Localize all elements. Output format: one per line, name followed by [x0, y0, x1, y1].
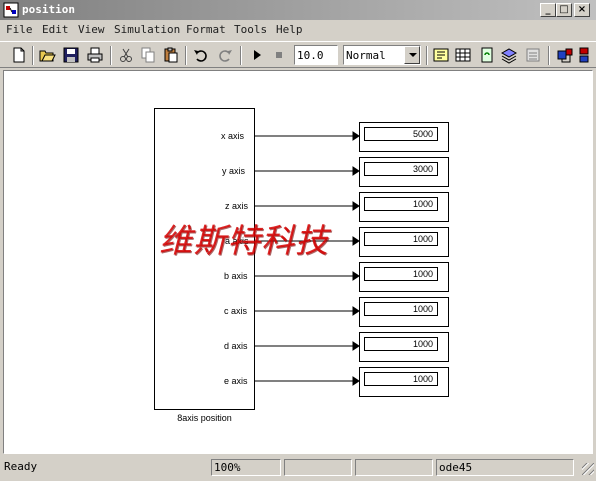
- simulink-app-icon: [3, 2, 19, 18]
- port-label-e-axis: e axis: [224, 376, 248, 386]
- simulation-mode-select[interactable]: Normal: [343, 45, 421, 65]
- status-text: Ready: [4, 460, 38, 473]
- stop-time-input[interactable]: 10.0: [294, 45, 338, 65]
- port-label-d-axis: d axis: [224, 341, 248, 351]
- copy-icon[interactable]: [139, 46, 157, 64]
- solver-name: ode45: [436, 459, 574, 476]
- display-block-x[interactable]: 5000: [359, 122, 449, 152]
- toolbar: 10.0 Normal: [0, 41, 596, 68]
- print-icon[interactable]: [86, 46, 104, 64]
- model-canvas[interactable]: x axis y axis z axis a axis b axis c axi…: [3, 70, 593, 454]
- stop-icon[interactable]: [270, 46, 288, 64]
- maximize-button[interactable]: □: [556, 3, 572, 17]
- undo-icon[interactable]: [192, 46, 210, 64]
- library-browser-icon[interactable]: [454, 46, 472, 64]
- chevron-down-icon[interactable]: [404, 46, 420, 64]
- debug-icon[interactable]: [524, 46, 542, 64]
- menu-help[interactable]: Help: [276, 23, 303, 36]
- menu-bar: File Edit View Simulation Format Tools H…: [0, 20, 596, 40]
- simulink-window: position _ □ × File Edit View Simulation…: [0, 0, 596, 481]
- stateflow-icon[interactable]: [578, 46, 592, 64]
- display-value-e: 1000: [364, 372, 438, 386]
- status-cell-blank: [284, 459, 352, 476]
- toggle-icon[interactable]: [556, 46, 574, 64]
- display-value-y: 3000: [364, 162, 438, 176]
- toolbar-separator: [110, 46, 112, 65]
- port-label-c-axis: c axis: [224, 306, 248, 316]
- start-icon[interactable]: [248, 46, 266, 64]
- display-value-x: 5000: [364, 127, 438, 141]
- display-value-z: 1000: [364, 197, 438, 211]
- simulation-mode-value: Normal: [346, 49, 386, 62]
- new-icon[interactable]: [10, 46, 28, 64]
- menu-format[interactable]: Format: [186, 23, 226, 36]
- display-value-d: 1000: [364, 337, 438, 351]
- resize-grip-icon[interactable]: [582, 463, 594, 475]
- title-bar[interactable]: position _ □ ×: [0, 0, 596, 20]
- display-value-c: 1000: [364, 302, 438, 316]
- status-bar: Ready 100% ode45: [0, 458, 596, 478]
- watermark-text: 维斯特科技: [159, 221, 329, 260]
- update-diagram-icon[interactable]: [478, 46, 496, 64]
- menu-simulation[interactable]: Simulation: [114, 23, 180, 36]
- toolbar-separator: [185, 46, 187, 65]
- display-value-b: 1000: [364, 267, 438, 281]
- port-label-y-axis: y axis: [222, 166, 246, 176]
- display-block-e[interactable]: 1000: [359, 367, 449, 397]
- display-value-a: 1000: [364, 232, 438, 246]
- toolbar-separator: [240, 46, 242, 65]
- port-label-x-axis: x axis: [221, 131, 245, 141]
- menu-edit[interactable]: Edit: [42, 23, 69, 36]
- save-icon[interactable]: [62, 46, 80, 64]
- close-button[interactable]: ×: [574, 3, 590, 17]
- display-block-b[interactable]: 1000: [359, 262, 449, 292]
- menu-tools[interactable]: Tools: [234, 23, 267, 36]
- display-block-a[interactable]: 1000: [359, 227, 449, 257]
- build-icon[interactable]: [432, 46, 450, 64]
- toolbar-separator: [426, 46, 428, 65]
- port-label-z-axis: z axis: [225, 201, 249, 211]
- signal-lines: [255, 131, 360, 386]
- open-icon[interactable]: [38, 46, 56, 64]
- paste-icon[interactable]: [162, 46, 180, 64]
- port-label-b-axis: b axis: [224, 271, 248, 281]
- redo-icon[interactable]: [216, 46, 234, 64]
- display-block-c[interactable]: 1000: [359, 297, 449, 327]
- menu-view[interactable]: View: [78, 23, 105, 36]
- zoom-level: 100%: [211, 459, 281, 476]
- cut-icon[interactable]: [117, 46, 135, 64]
- model-explorer-icon[interactable]: [500, 46, 518, 64]
- subsystem-block-caption[interactable]: 8axis position: [154, 413, 255, 423]
- display-block-d[interactable]: 1000: [359, 332, 449, 362]
- toolbar-separator: [548, 46, 550, 65]
- display-block-y[interactable]: 3000: [359, 157, 449, 187]
- display-block-z[interactable]: 1000: [359, 192, 449, 222]
- window-title: position: [22, 3, 75, 16]
- toolbar-separator: [32, 46, 34, 65]
- minimize-button[interactable]: _: [540, 3, 556, 17]
- menu-file[interactable]: File: [6, 23, 33, 36]
- status-cell-blank: [355, 459, 433, 476]
